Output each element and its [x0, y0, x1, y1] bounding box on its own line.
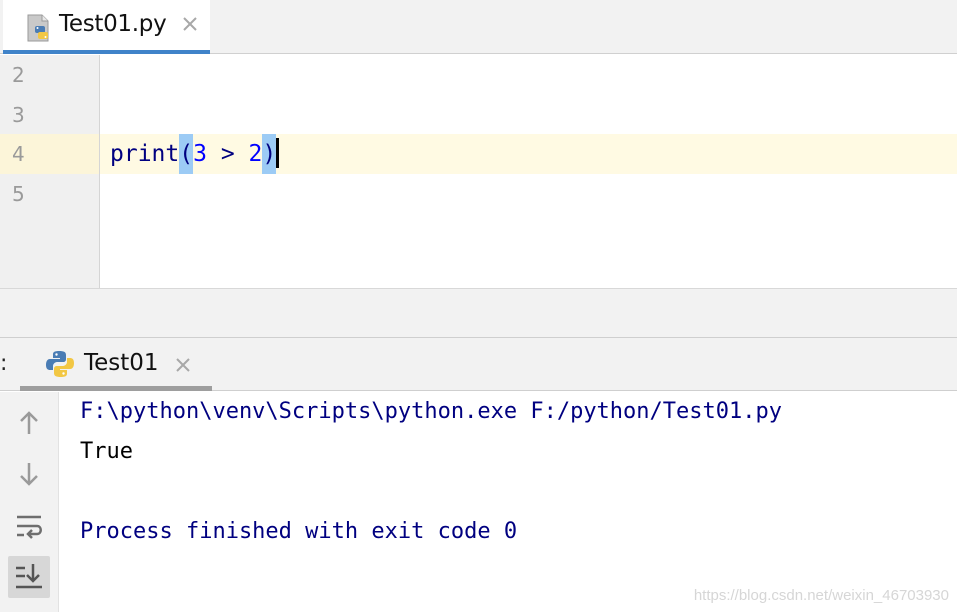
run-tool-window-header: : Test01 [0, 338, 957, 391]
python-icon [46, 351, 74, 377]
console-command-line: F:\python\venv\Scripts\python.exe F:/pyt… [80, 399, 782, 424]
run-header-prefix: : [0, 351, 8, 376]
run-tab-label: Test01 [84, 350, 159, 376]
matched-close-paren: ) [262, 134, 277, 174]
code-number-literal: 3 [193, 141, 207, 167]
line-number: 3 [12, 103, 25, 127]
line-number-current: 4 [12, 142, 25, 166]
code-function-name: print [110, 141, 180, 167]
down-arrow-icon[interactable] [8, 453, 50, 495]
code-number-literal: 2 [248, 141, 263, 167]
run-console[interactable]: F:\python\venv\Scripts\python.exe F:/pyt… [60, 392, 957, 612]
text-caret [276, 137, 280, 168]
run-toolbar [0, 392, 59, 612]
console-output-line: True [80, 439, 133, 464]
close-icon[interactable] [179, 13, 201, 35]
watermark: https://blog.csdn.net/weixin_46703930 [693, 587, 949, 604]
up-arrow-icon[interactable] [8, 402, 50, 444]
run-tab-test01[interactable]: Test01 [20, 338, 212, 391]
code-editor[interactable]: 2 3 4 5 print(3 > 2) [0, 55, 957, 288]
scroll-to-end-icon[interactable] [8, 556, 50, 598]
line-number: 2 [12, 63, 25, 87]
soft-wrap-icon[interactable] [8, 506, 50, 548]
python-file-icon [27, 14, 49, 42]
close-icon[interactable] [172, 354, 194, 376]
code-operator: > [206, 141, 249, 167]
console-exit-message: Process finished with exit code 0 [80, 519, 518, 544]
editor-status-area [0, 288, 957, 338]
line-number: 5 [12, 182, 25, 206]
code-line[interactable]: print(3 > 2) [110, 134, 280, 174]
ide-window: Test01.py 2 3 4 5 print(3 > 2) : Test01 … [0, 0, 957, 612]
editor-tab-test01[interactable]: Test01.py [3, 0, 210, 54]
editor-tab-bar: Test01.py [0, 0, 957, 54]
matched-open-paren: ( [179, 134, 194, 174]
editor-tab-label: Test01.py [59, 11, 167, 37]
